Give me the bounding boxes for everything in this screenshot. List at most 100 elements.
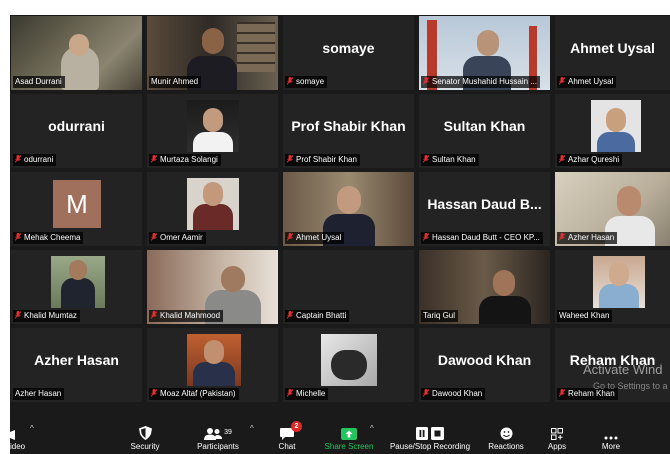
participant-display-name: Sultan Khan xyxy=(443,118,526,134)
video-options-chevron-icon[interactable]: ^ xyxy=(30,424,34,433)
participant-tile[interactable]: Captain Bhatti xyxy=(283,250,414,324)
participant-name: somaye xyxy=(285,76,328,88)
mic-muted-icon xyxy=(15,155,21,163)
participant-tile[interactable]: Hassan Daud B... Hassan Daud Butt - CEO … xyxy=(419,172,550,246)
security-button[interactable]: Security xyxy=(122,418,168,454)
mic-muted-icon xyxy=(423,389,429,397)
mic-muted-icon xyxy=(151,233,157,241)
mic-muted-icon xyxy=(559,77,565,85)
participant-name: Khalid Mahmood xyxy=(149,310,224,322)
mic-muted-icon xyxy=(559,155,565,163)
person-silhouette xyxy=(193,362,235,386)
apps-label: Apps xyxy=(547,442,567,451)
apps-grid-icon xyxy=(542,418,572,440)
participant-tile[interactable]: Tariq Gul xyxy=(419,250,550,324)
participant-display-name: odurrani xyxy=(48,118,105,134)
person-silhouette xyxy=(61,278,95,308)
participant-tile[interactable]: Prof Shabir Khan Prof Shabir Khan xyxy=(283,94,414,168)
participant-name: Munir Ahmed xyxy=(149,76,202,88)
person-silhouette xyxy=(599,284,639,308)
mic-muted-icon xyxy=(287,311,293,319)
participant-tile[interactable]: odurrani odurrani xyxy=(11,94,142,168)
mic-muted-icon xyxy=(423,155,429,163)
reactions-button[interactable]: Reactions xyxy=(486,418,526,454)
participant-tile[interactable]: Moaz Altaf (Pakistan) xyxy=(147,328,278,402)
chat-button[interactable]: Chat 2 xyxy=(272,418,302,454)
participant-tile[interactable]: somaye somaye xyxy=(283,16,414,90)
participants-count: 39 xyxy=(224,429,232,436)
participant-tile[interactable]: Waheed Khan xyxy=(555,250,670,324)
participant-tile[interactable]: Murtaza Solangi xyxy=(147,94,278,168)
participants-button[interactable]: 39 Participants xyxy=(188,418,248,454)
participant-name: Mehak Cheema xyxy=(13,232,84,244)
participants-label: Participants xyxy=(197,442,239,451)
person-head xyxy=(203,108,223,132)
security-label: Security xyxy=(130,442,160,451)
share-options-chevron-icon[interactable]: ^ xyxy=(370,424,374,433)
recording-button[interactable]: Pause/Stop Recording xyxy=(385,418,475,454)
mic-muted-icon xyxy=(423,233,429,241)
emoji-smile-icon xyxy=(486,418,526,440)
meeting-toolbar: ideo ^ Security 39 Participants ^ Chat 2… xyxy=(10,418,670,454)
participant-tile[interactable]: Ahmet Uysal xyxy=(283,172,414,246)
shield-icon xyxy=(122,418,168,440)
apps-button[interactable]: Apps xyxy=(542,418,572,454)
mic-muted-icon xyxy=(287,233,293,241)
mic-muted-icon xyxy=(151,389,157,397)
chat-label: Chat xyxy=(278,442,296,451)
participant-name: Asad Durrani xyxy=(13,76,65,88)
participant-name: Azher Hasan xyxy=(13,388,65,400)
mic-muted-icon xyxy=(423,77,429,85)
person-head xyxy=(202,28,224,54)
participant-tile[interactable]: Michelle xyxy=(283,328,414,402)
participant-tile[interactable]: Sultan Khan Sultan Khan xyxy=(419,94,550,168)
person-head xyxy=(204,340,224,364)
video-button[interactable]: ideo xyxy=(10,418,46,454)
participant-tile[interactable]: Asad Durrani xyxy=(11,16,142,90)
person-silhouette xyxy=(193,132,233,152)
participant-display-name: Prof Shabir Khan xyxy=(291,118,406,134)
participant-tile[interactable]: Azher Hasan xyxy=(555,172,670,246)
more-button[interactable]: More xyxy=(594,418,628,454)
participant-tile[interactable]: Khalid Mahmood xyxy=(147,250,278,324)
participants-options-chevron-icon[interactable]: ^ xyxy=(250,424,254,433)
person-silhouette xyxy=(193,204,233,230)
person-head xyxy=(493,270,515,296)
participant-tile[interactable]: Khalid Mumtaz xyxy=(11,250,142,324)
participant-display-name: Dawood Khan xyxy=(437,352,532,368)
participant-tile[interactable]: Ahmet Uysal Ahmet Uysal xyxy=(555,16,670,90)
participant-name: Michelle xyxy=(285,388,329,400)
mic-muted-icon xyxy=(559,233,565,241)
participant-tile[interactable]: Senator Mushahid Hussain ... xyxy=(419,16,550,90)
person-head xyxy=(69,34,89,56)
participant-name: Tariq Gul xyxy=(421,310,459,322)
person-head xyxy=(477,30,499,56)
participant-tile[interactable]: M Mehak Cheema xyxy=(11,172,142,246)
participant-name: Ahmet Uysal xyxy=(557,76,617,88)
recording-label: Pause/Stop Recording xyxy=(389,442,471,451)
avatar: M xyxy=(53,180,101,228)
mic-muted-icon xyxy=(15,311,21,319)
participant-name: Senator Mushahid Hussain ... xyxy=(421,76,540,88)
participant-display-name: somaye xyxy=(322,40,375,56)
share-screen-label: Share Screen xyxy=(324,442,374,451)
participant-tile[interactable]: Omer Aamir xyxy=(147,172,278,246)
person-head xyxy=(221,266,245,292)
participant-name: Moaz Altaf (Pakistan) xyxy=(149,388,239,400)
mic-muted-icon xyxy=(287,155,293,163)
participant-display-name: Azher Hasan xyxy=(34,352,119,368)
participant-tile[interactable]: Dawood Khan Dawood Khan xyxy=(419,328,550,402)
participant-tile[interactable]: Azher Hasan Azher Hasan xyxy=(11,328,142,402)
participant-tile[interactable]: Azhar Qureshi xyxy=(555,94,670,168)
participant-display-name: Ahmet Uysal xyxy=(570,40,655,56)
video-label: ideo xyxy=(10,442,26,451)
bookshelf xyxy=(237,22,275,72)
person-head xyxy=(609,262,629,286)
more-ellipsis-icon xyxy=(594,418,628,440)
participant-name: Azher Hasan xyxy=(557,232,618,244)
participant-tile[interactable]: Munir Ahmed xyxy=(147,16,278,90)
person-silhouette xyxy=(597,132,635,152)
video-gallery: Asad Durrani Munir Ahmed somaye somaye S… xyxy=(10,15,670,454)
participant-name: Hassan Daud Butt - CEO KP... xyxy=(421,232,543,244)
participant-display-name: Hassan Daud B... xyxy=(427,196,542,212)
